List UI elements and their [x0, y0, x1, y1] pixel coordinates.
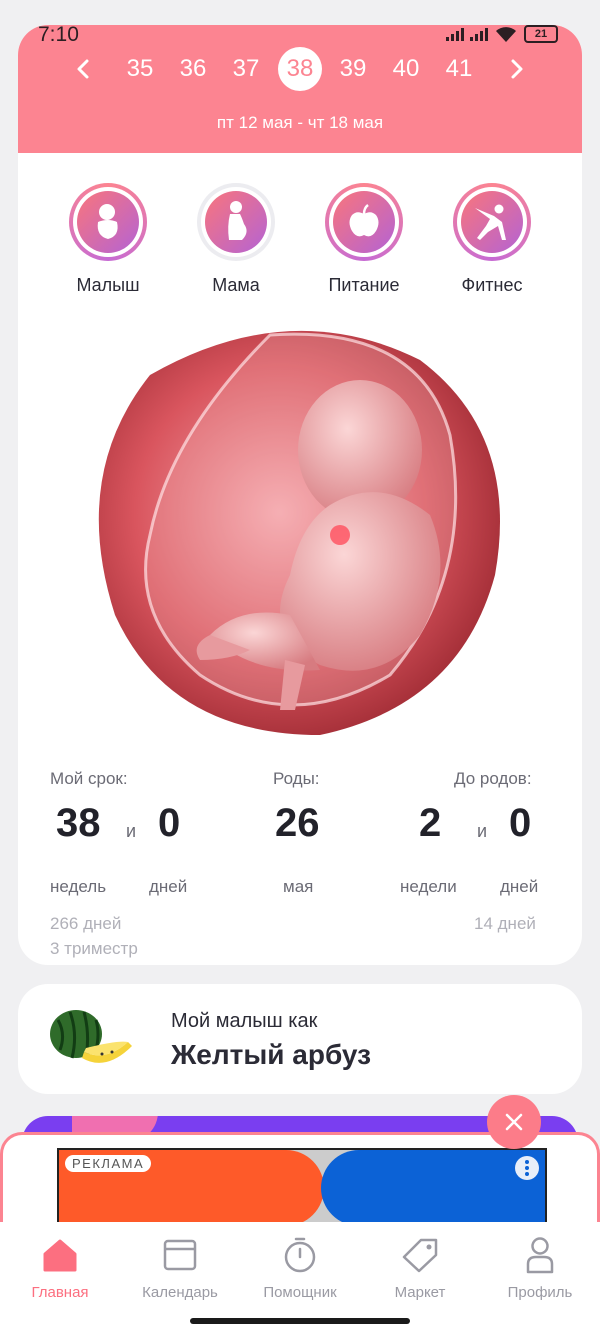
- home-indicator: [190, 1318, 410, 1324]
- signal-icon: [446, 27, 464, 41]
- category-label: Питание: [328, 275, 400, 295]
- pregnant-mother-icon: [228, 201, 247, 240]
- birth-day: 26: [275, 801, 320, 845]
- birth-label: Роды:: [273, 769, 320, 788]
- tab-market[interactable]: Маркет: [360, 1234, 480, 1301]
- week-41[interactable]: 41: [437, 47, 481, 91]
- apple-icon: [349, 204, 379, 237]
- week-39[interactable]: 39: [331, 47, 375, 91]
- ad-banner[interactable]: РЕКЛАМА: [57, 1148, 547, 1228]
- term-and: и: [126, 821, 137, 841]
- category-label: Мама: [212, 275, 260, 295]
- close-icon: [505, 1113, 523, 1131]
- pregnancy-card: 7:10 21 35 36 37 38 39 40 41 пт 12 мая -…: [18, 25, 582, 965]
- timer-icon: [284, 1237, 316, 1273]
- status-time: 7:10: [38, 25, 79, 46]
- week-35[interactable]: 35: [118, 47, 162, 91]
- tab-label: Главная: [31, 1284, 89, 1301]
- tab-label: Профиль: [507, 1284, 573, 1301]
- week-header: 7:10 21 35 36 37 38 39 40 41 пт 12 мая -…: [18, 25, 582, 153]
- tag-icon: [402, 1238, 438, 1273]
- wifi-icon: [496, 27, 516, 42]
- week-36[interactable]: 36: [171, 47, 215, 91]
- chevron-right-icon[interactable]: [504, 57, 528, 81]
- ad-tag: РЕКЛАМА: [65, 1155, 152, 1172]
- category-fitness[interactable]: Фитнес: [432, 183, 552, 296]
- category-label: Фитнес: [461, 275, 523, 295]
- bottom-tab-bar: Главная Календарь Помощник Маркет Профил…: [0, 1222, 600, 1332]
- tab-assistant[interactable]: Помощник: [240, 1234, 360, 1301]
- week-40[interactable]: 40: [384, 47, 428, 91]
- category-row: Малыш Мама Питание Фитнес: [18, 183, 582, 296]
- fruit-subtitle: Мой малыш как: [171, 1010, 318, 1032]
- week-38-selected[interactable]: 38: [278, 47, 322, 91]
- category-baby[interactable]: Малыш: [48, 183, 168, 296]
- more-vertical-icon[interactable]: [515, 1156, 539, 1180]
- tab-label: Календарь: [142, 1284, 218, 1301]
- term-weeks-value: 38: [56, 801, 101, 845]
- term-weeks-unit: недель: [50, 877, 107, 896]
- category-nutrition[interactable]: Питание: [304, 183, 424, 296]
- category-label: Малыш: [76, 275, 140, 295]
- term-label: Мой срок:: [50, 769, 128, 788]
- yoga-pose-icon: [475, 204, 506, 240]
- tab-home[interactable]: Главная: [0, 1234, 120, 1301]
- tab-label: Помощник: [263, 1284, 337, 1301]
- remaining-label: До родов:: [454, 769, 532, 788]
- remaining-and: и: [477, 821, 488, 841]
- baby-icon: [97, 204, 118, 239]
- week-selector: 35 36 37 38 39 40 41: [18, 47, 582, 95]
- tab-label: Маркет: [394, 1284, 446, 1301]
- week-date-range: пт 12 мая - чт 18 мая: [216, 113, 384, 132]
- close-ad-button[interactable]: [487, 1095, 541, 1149]
- remaining-days-unit: дней: [500, 877, 539, 896]
- category-mom[interactable]: Мама: [176, 183, 296, 296]
- fruit-size-card[interactable]: Мой малыш как Желтый арбуз: [18, 984, 582, 1094]
- remaining-weeks-value: 2: [419, 801, 442, 845]
- term-days-value: 0: [158, 801, 181, 845]
- battery-icon: 21: [524, 25, 558, 43]
- fetus-illustration: [98, 330, 501, 735]
- tab-profile[interactable]: Профиль: [480, 1234, 600, 1301]
- calendar-icon: [163, 1239, 197, 1271]
- signal-icon: [470, 27, 488, 41]
- fruit-name: Желтый арбуз: [171, 1039, 372, 1070]
- status-bar: 7:10 21: [18, 25, 582, 46]
- remaining-days-value: 0: [509, 801, 532, 845]
- home-icon: [43, 1239, 77, 1272]
- profile-icon: [526, 1237, 554, 1274]
- birth-month: мая: [283, 877, 314, 896]
- stats-panel: Мой срок: 38 и 0 недель дней 266 дней 3 …: [50, 769, 550, 958]
- term-days-unit: дней: [149, 877, 188, 896]
- status-icons: 21: [446, 25, 558, 43]
- remaining-total-days: 14 дней: [474, 914, 536, 933]
- watermelon-icon: [50, 1010, 132, 1063]
- week-37[interactable]: 37: [224, 47, 268, 91]
- term-trimester: 3 триместр: [50, 939, 138, 958]
- tab-calendar[interactable]: Календарь: [120, 1234, 240, 1301]
- term-total-days: 266 дней: [50, 914, 122, 933]
- remaining-weeks-unit: недели: [400, 877, 457, 896]
- chevron-left-icon[interactable]: [72, 57, 96, 81]
